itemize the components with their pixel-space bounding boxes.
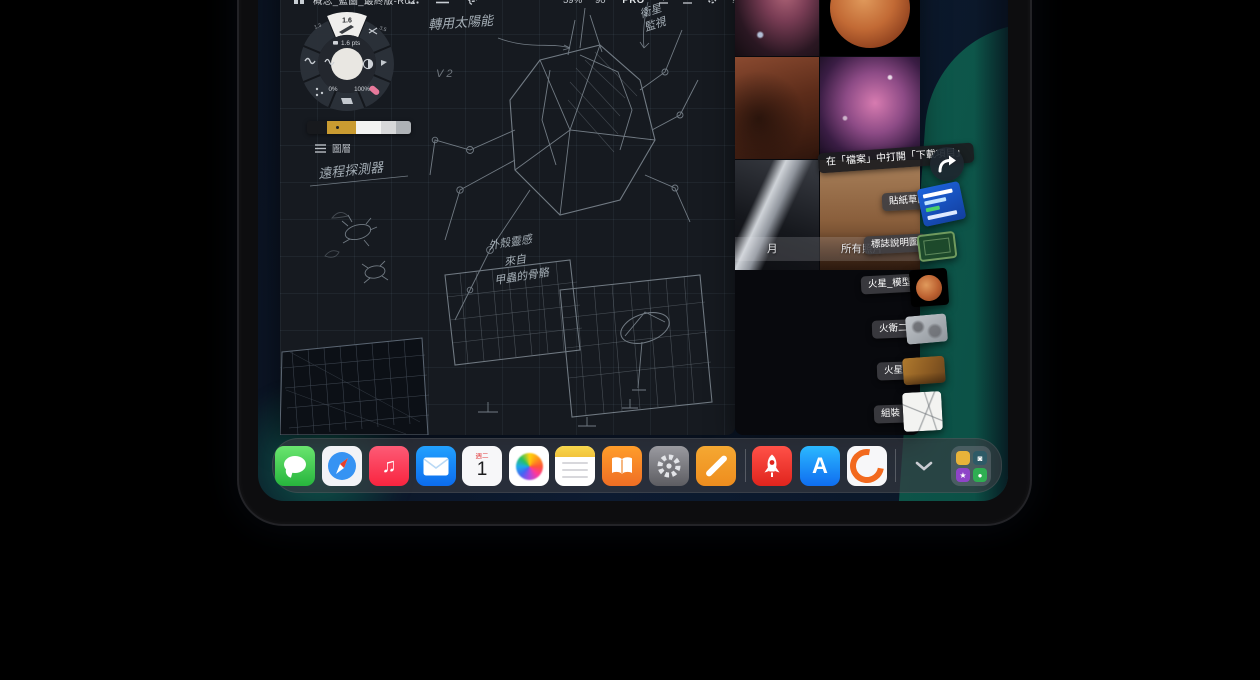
album-label-moon[interactable]: 月 [767, 241, 778, 256]
books-app-icon[interactable] [602, 446, 642, 486]
app-store-icon[interactable]: A [800, 446, 840, 486]
paint-app-window: 概念_藍圖_最終版-R02 59% 90° PRO [280, 0, 735, 435]
rocket-app-icon[interactable] [752, 446, 792, 486]
photos-app-icon[interactable] [509, 446, 549, 486]
dock: ♫ 週二 1 A [272, 438, 1002, 493]
mini-app-purple: ★ [956, 468, 970, 482]
draw-app-icon[interactable] [696, 446, 736, 486]
drag-thumb-assembly-sketch[interactable] [902, 391, 943, 432]
photo-mars-landscape[interactable] [735, 57, 819, 159]
mini-app-yellow [956, 451, 970, 465]
photo-nebula-horsehead[interactable] [735, 0, 819, 56]
calendar-day: 1 [462, 460, 502, 479]
mail-app-icon[interactable] [416, 446, 456, 486]
drag-thumb-mars-model[interactable] [909, 268, 949, 308]
mini-app-green: ● [973, 468, 987, 482]
chevron-down-icon [914, 460, 934, 472]
calendar-app-icon[interactable]: 週二 1 [462, 446, 502, 486]
forward-arrow-icon [936, 154, 958, 174]
drag-thumb-mars-terrain[interactable] [902, 356, 946, 386]
app-library-icon[interactable]: ◙ ★ ● [951, 446, 991, 486]
mini-app-teal: ◙ [973, 451, 987, 465]
notes-app-icon[interactable] [555, 446, 595, 486]
ipad-screen: 概念_藍圖_最終版-R02 59% 90° PRO [258, 0, 1008, 501]
marketing-scene: 概念_藍圖_最終版-R02 59% 90° PRO [0, 0, 1260, 680]
photo-nebula-orion[interactable] [820, 57, 920, 159]
drag-thumb-green-patch[interactable] [916, 231, 957, 262]
photos-flower-icon [516, 453, 543, 480]
dock-collapse-chevron[interactable] [914, 459, 934, 477]
wallpaper-edge-shade [974, 0, 1008, 501]
safari-app-icon[interactable] [322, 446, 362, 486]
comet-app-icon[interactable] [847, 446, 887, 486]
blueprint-sketch [280, 0, 735, 435]
messages-app-icon[interactable] [275, 446, 315, 486]
drag-arrow-badge [930, 147, 964, 181]
music-app-icon[interactable]: ♫ [369, 446, 409, 486]
photo-mars-globe[interactable] [820, 0, 920, 56]
drag-thumb-deimos[interactable] [905, 313, 948, 344]
dock-divider-1 [745, 449, 746, 482]
settings-app-icon[interactable] [649, 446, 689, 486]
annotation-version: V 2 [436, 68, 453, 80]
dock-divider-2 [895, 449, 896, 482]
